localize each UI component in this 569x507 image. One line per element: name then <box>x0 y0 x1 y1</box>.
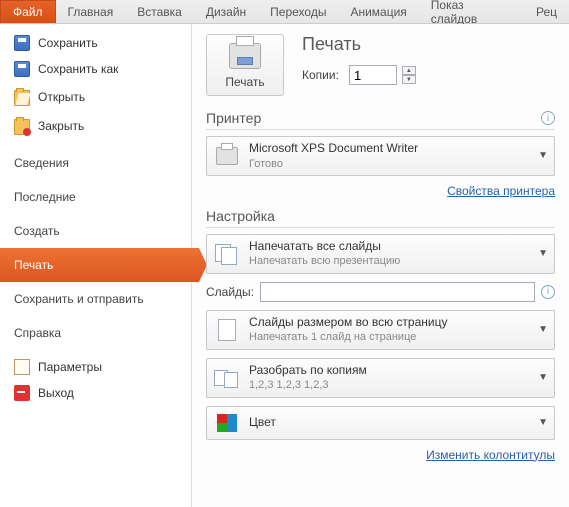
save-icon <box>14 35 30 51</box>
color-icon <box>217 414 237 432</box>
printer-heading: Принтер <box>206 110 261 126</box>
chevron-down-icon: ▼ <box>538 324 548 335</box>
print-button[interactable]: Печать <box>206 34 284 96</box>
sidebar-exit[interactable]: Выход <box>0 380 191 406</box>
tab-review[interactable]: Рец <box>524 0 569 23</box>
print-heading: Печать <box>302 34 416 55</box>
sidebar-label: Закрыть <box>38 119 84 133</box>
sidebar-save-send[interactable]: Сохранить и отправить <box>0 282 191 316</box>
printer-properties-link[interactable]: Свойства принтера <box>206 184 555 198</box>
layout-select[interactable]: Слайды размером во всю страницу Напечата… <box>206 310 555 350</box>
sidebar-info[interactable]: Сведения <box>0 146 191 180</box>
color-select[interactable]: Цвет ▼ <box>206 406 555 440</box>
printer-name: Microsoft XPS Document Writer <box>249 141 530 157</box>
collate-icon <box>214 370 240 386</box>
spin-up[interactable]: ▲ <box>402 66 416 75</box>
sidebar-label: Выход <box>38 386 74 400</box>
tab-file[interactable]: Файл <box>0 0 56 23</box>
ribbon-tabs: Файл Главная Вставка Дизайн Переходы Ани… <box>0 0 569 24</box>
options-icon <box>14 359 30 375</box>
range-sub: Напечатать всю презентацию <box>249 254 530 268</box>
tab-insert[interactable]: Вставка <box>125 0 194 23</box>
sidebar-print[interactable]: Печать <box>0 248 199 282</box>
backstage-sidebar: Сохранить Сохранить как Открыть Закрыть … <box>0 24 192 507</box>
printer-info-icon[interactable]: i <box>541 111 555 125</box>
exit-icon <box>14 385 30 401</box>
tab-transitions[interactable]: Переходы <box>258 0 338 23</box>
sidebar-label: Печать <box>14 258 53 272</box>
copies-spinner: ▲ ▼ <box>402 66 416 84</box>
sidebar-new[interactable]: Создать <box>0 214 191 248</box>
page-icon <box>218 319 236 341</box>
sidebar-help[interactable]: Справка <box>0 316 191 350</box>
sidebar-close[interactable]: Закрыть <box>0 111 191 140</box>
chevron-down-icon: ▼ <box>538 372 548 383</box>
print-range-select[interactable]: Напечатать все слайды Напечатать всю пре… <box>206 234 555 274</box>
edit-header-footer-link[interactable]: Изменить колонтитулы <box>206 448 555 462</box>
sidebar-label: Сохранить как <box>38 62 118 76</box>
printer-icon <box>229 43 261 69</box>
sidebar-label: Сохранить <box>38 36 98 50</box>
sidebar-save[interactable]: Сохранить <box>0 30 191 56</box>
save-as-icon <box>14 61 30 77</box>
color-title: Цвет <box>249 415 530 431</box>
pages-icon <box>215 244 239 264</box>
tab-design[interactable]: Дизайн <box>194 0 258 23</box>
sidebar-recent[interactable]: Последние <box>0 180 191 214</box>
sidebar-options[interactable]: Параметры <box>0 354 191 380</box>
close-icon <box>14 119 30 135</box>
slides-label: Слайды: <box>206 285 254 299</box>
printer-select[interactable]: Microsoft XPS Document Writer Готово ▼ <box>206 136 555 176</box>
settings-heading: Настройка <box>206 208 275 224</box>
sidebar-label: Параметры <box>38 360 102 374</box>
open-icon <box>14 90 30 106</box>
slides-info-icon[interactable]: i <box>541 285 555 299</box>
tab-slideshow[interactable]: Показ слайдов <box>419 0 524 23</box>
chevron-down-icon: ▼ <box>538 248 548 259</box>
tab-animation[interactable]: Анимация <box>338 0 418 23</box>
collate-title: Разобрать по копиям <box>249 363 530 379</box>
range-title: Напечатать все слайды <box>249 239 530 255</box>
layout-title: Слайды размером во всю страницу <box>249 315 530 331</box>
collate-sub: 1,2,3 1,2,3 1,2,3 <box>249 378 530 392</box>
chevron-down-icon: ▼ <box>538 150 548 161</box>
printer-small-icon <box>216 147 238 165</box>
printer-status: Готово <box>249 157 530 171</box>
sidebar-label: Открыть <box>38 90 85 104</box>
sidebar-open[interactable]: Открыть <box>0 82 191 111</box>
layout-sub: Напечатать 1 слайд на странице <box>249 330 530 344</box>
collate-select[interactable]: Разобрать по копиям 1,2,3 1,2,3 1,2,3 ▼ <box>206 358 555 398</box>
tab-home[interactable]: Главная <box>56 0 126 23</box>
chevron-down-icon: ▼ <box>538 417 548 428</box>
copies-input[interactable] <box>349 65 397 85</box>
copies-label: Копии: <box>302 68 339 82</box>
print-panel: Печать Печать Копии: ▲ ▼ Принтер i <box>192 24 569 507</box>
sidebar-save-as[interactable]: Сохранить как <box>0 56 191 82</box>
slides-input[interactable] <box>260 282 535 302</box>
print-button-label: Печать <box>211 75 279 89</box>
spin-down[interactable]: ▼ <box>402 75 416 84</box>
